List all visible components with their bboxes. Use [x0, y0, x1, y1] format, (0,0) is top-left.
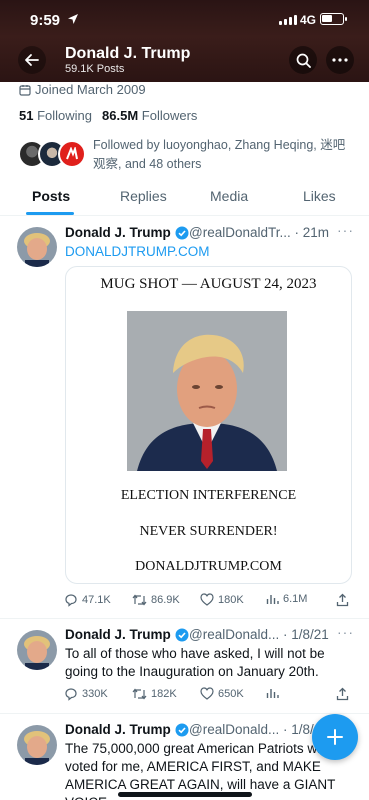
post-author[interactable]: Donald J. Trump — [65, 627, 189, 642]
header-posts-count: 59.1K Posts — [65, 63, 125, 75]
active-tab-indicator — [26, 212, 74, 215]
like-count: 180K — [218, 593, 244, 606]
post-handle-time: @realDonald... · 1/8/ — [189, 722, 314, 737]
follow-stats: 51 Following 86.5M Followers — [19, 108, 197, 123]
network-label: 4G — [300, 13, 317, 27]
calendar-icon — [19, 84, 31, 96]
views-chart-icon — [266, 689, 279, 698]
joined-date: Joined March 2009 — [19, 82, 146, 97]
views-button[interactable]: 6.1M — [266, 593, 307, 605]
followed-by-text: Followed by luoyonghao, Zhang Heqing, 迷吧… — [93, 138, 346, 171]
post-divider — [0, 618, 369, 619]
post-link[interactable]: DONALDJTRUMP.COM — [65, 243, 210, 261]
reply-icon — [65, 594, 77, 607]
home-indicator[interactable] — [118, 792, 252, 797]
tab-replies[interactable]: Replies — [120, 188, 167, 204]
repost-icon — [132, 594, 147, 606]
tab-likes[interactable]: Likes — [303, 188, 336, 204]
plus-icon — [327, 729, 343, 745]
share-icon — [336, 593, 349, 607]
header-name: Donald J. Trump — [65, 45, 191, 62]
post-divider — [0, 713, 369, 714]
reply-count: 330K — [82, 688, 108, 700]
mugshot-illustration — [127, 311, 287, 471]
followers-label: Followers — [141, 108, 198, 123]
avatar-photo — [17, 227, 57, 267]
reply-button[interactable]: 47.1K — [64, 593, 111, 607]
repost-icon — [132, 688, 147, 700]
post-image-card[interactable]: MUG SHOT — AUGUST 24, 2023 ELECTION INTE… — [65, 266, 352, 584]
battery-icon — [320, 13, 347, 25]
reply-button[interactable]: 330K — [64, 687, 108, 701]
post-more-icon[interactable]: ··· — [337, 222, 354, 238]
more-options-button[interactable] — [326, 46, 354, 74]
signal-icon — [279, 15, 297, 25]
card-text-surrender: NEVER SURRENDER! — [139, 524, 278, 539]
repost-count: 86.9K — [151, 594, 180, 606]
following-count: 51 — [19, 108, 34, 123]
repost-count: 182K — [151, 688, 177, 700]
following-link[interactable]: 51 Following — [19, 108, 92, 123]
post-handle-time: @realDonaldTr... · 21m — [189, 225, 330, 240]
share-button[interactable] — [336, 593, 349, 607]
location-arrow-icon — [68, 14, 78, 24]
share-icon — [336, 687, 349, 701]
reply-count: 47.1K — [82, 594, 111, 606]
card-text-interference: ELECTION INTERFERENCE — [120, 488, 297, 503]
author-name: Donald J. Trump — [65, 225, 171, 240]
like-button[interactable]: 650K — [200, 687, 244, 700]
share-button[interactable] — [336, 687, 349, 701]
post-avatar[interactable] — [17, 725, 57, 765]
like-count: 650K — [218, 687, 244, 700]
repost-button[interactable]: 86.9K — [132, 593, 180, 607]
author-name: Donald J. Trump — [65, 722, 171, 737]
views-button[interactable] — [266, 687, 279, 699]
mugshot-photo — [127, 311, 287, 471]
following-label: Following — [37, 108, 93, 123]
post-more-icon[interactable]: ··· — [337, 624, 354, 640]
followers-count: 86.5M — [102, 108, 139, 123]
back-button[interactable] — [18, 46, 46, 74]
compose-post-button[interactable] — [312, 714, 358, 760]
card-text-website: DONALDJTRUMP.COM — [135, 559, 282, 574]
post-handle-time: @realDonald... · 1/8/21 — [189, 627, 329, 642]
post-text: To all of those who have asked, I will n… — [65, 646, 325, 679]
back-arrow-icon — [25, 54, 39, 66]
post-avatar[interactable] — [17, 227, 57, 267]
avatar-photo — [17, 725, 57, 765]
post-actions: 47.1K 86.9K 180K 6.1M — [64, 591, 354, 611]
profile-tabs: Posts Replies Media Likes — [0, 178, 369, 216]
repost-button[interactable]: 182K — [132, 687, 177, 701]
reply-icon — [65, 688, 77, 701]
post-author[interactable]: Donald J. Trump — [65, 225, 189, 240]
views-count: 6.1M — [283, 593, 308, 605]
verified-badge-icon — [175, 723, 189, 736]
card-title: MUG SHOT — AUGUST 24, 2023 — [100, 276, 317, 292]
post-avatar[interactable] — [17, 630, 57, 670]
verified-badge-icon — [175, 226, 189, 239]
verified-badge-icon — [175, 628, 189, 641]
like-button[interactable]: 180K — [200, 593, 244, 606]
followers-link[interactable]: 86.5M Followers — [102, 108, 197, 123]
heart-icon — [200, 687, 214, 700]
more-dots-icon — [332, 58, 348, 62]
brand-logo-icon — [66, 147, 78, 160]
avatar-photo — [17, 630, 57, 670]
views-chart-icon — [266, 595, 279, 604]
avatar — [58, 140, 86, 168]
status-time: 9:59 — [30, 12, 61, 29]
profile-header: 9:59 4G Donald J. Trump 59.1K Posts — [0, 0, 369, 82]
author-name: Donald J. Trump — [65, 627, 171, 642]
tab-media[interactable]: Media — [210, 188, 248, 204]
joined-text: Joined March 2009 — [35, 82, 146, 97]
status-bar: 9:59 4G — [0, 0, 369, 40]
search-icon — [296, 53, 311, 68]
post-author[interactable]: Donald J. Trump — [65, 722, 189, 737]
tab-posts[interactable]: Posts — [32, 188, 70, 204]
post-text: The 75,000,000 great American Patriots w… — [65, 741, 336, 800]
search-button[interactable] — [289, 46, 317, 74]
post-actions: 330K 182K 650K — [64, 685, 354, 705]
heart-icon — [200, 593, 214, 606]
mutual-followers-avatars[interactable] — [18, 140, 86, 168]
